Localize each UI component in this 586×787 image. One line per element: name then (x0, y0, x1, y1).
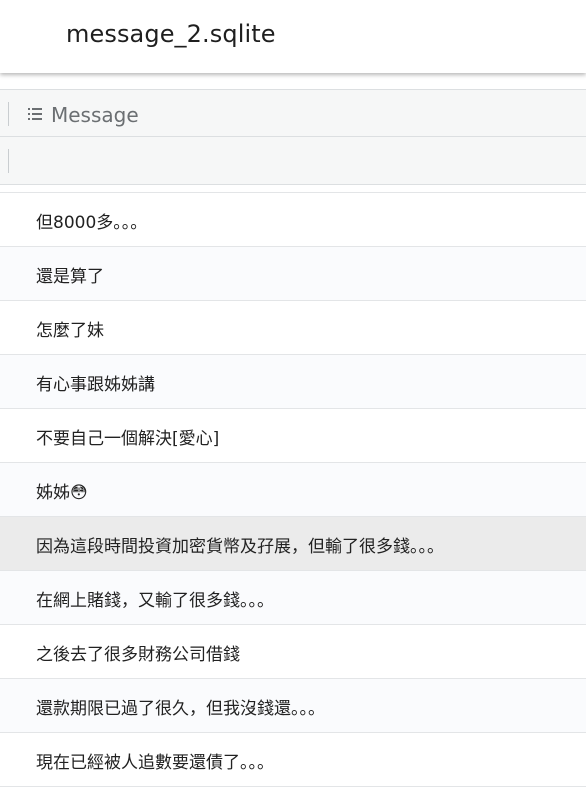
message-cell: 在網上賭錢，又輸了很多錢。。。 (36, 591, 274, 611)
message-cell: 還款期限已過了很久，但我沒錢還。。。 (36, 699, 325, 719)
list-icon (28, 108, 42, 120)
filter-row[interactable] (0, 137, 586, 185)
message-cell: 姊姊😳 (36, 483, 88, 503)
message-cell: 不要自己一個解決[愛心] (36, 429, 220, 449)
table-row[interactable]: 還是算了 (0, 247, 586, 301)
message-cell: 還是算了 (36, 267, 104, 287)
toolbar-gap (0, 73, 586, 89)
file-title: message_2.sqlite (66, 20, 276, 48)
table-row[interactable]: 在網上賭錢，又輸了很多錢。。。 (0, 571, 586, 625)
column-header-message[interactable]: Message (51, 103, 139, 127)
message-cell: 之後去了很多財務公司借錢 (36, 645, 240, 665)
table-row[interactable]: 姊姊😳 (0, 463, 586, 517)
table-row[interactable]: 但8000多。。。 (0, 193, 586, 247)
message-cell: 現在已經被人追數要還債了。。。 (36, 753, 274, 773)
message-cell: 因為這段時間投資加密貨幣及孖展，但輸了很多錢。。。 (36, 537, 444, 557)
table-row[interactable]: 現在已經被人追數要還債了。。。 (0, 733, 586, 787)
table-row[interactable]: 還款期限已過了很久，但我沒錢還。。。 (0, 679, 586, 733)
column-divider (8, 102, 9, 126)
title-bar: message_2.sqlite (0, 0, 586, 73)
message-table-body: 但8000多。。。 還是算了 怎麼了妹 有心事跟姊姊講 不要自己一個解決[愛心]… (0, 192, 586, 787)
filter-divider (8, 149, 9, 173)
column-header-bar: Message (0, 89, 586, 137)
table-row[interactable]: 不要自己一個解決[愛心] (0, 409, 586, 463)
message-cell: 怎麼了妹 (36, 321, 104, 341)
message-cell: 有心事跟姊姊講 (36, 375, 155, 395)
table-row[interactable]: 怎麼了妹 (0, 301, 586, 355)
table-row[interactable]: 之後去了很多財務公司借錢 (0, 625, 586, 679)
table-row-selected[interactable]: 因為這段時間投資加密貨幣及孖展，但輸了很多錢。。。 (0, 517, 586, 571)
message-cell: 但8000多。。。 (36, 213, 148, 233)
table-row[interactable]: 有心事跟姊姊講 (0, 355, 586, 409)
